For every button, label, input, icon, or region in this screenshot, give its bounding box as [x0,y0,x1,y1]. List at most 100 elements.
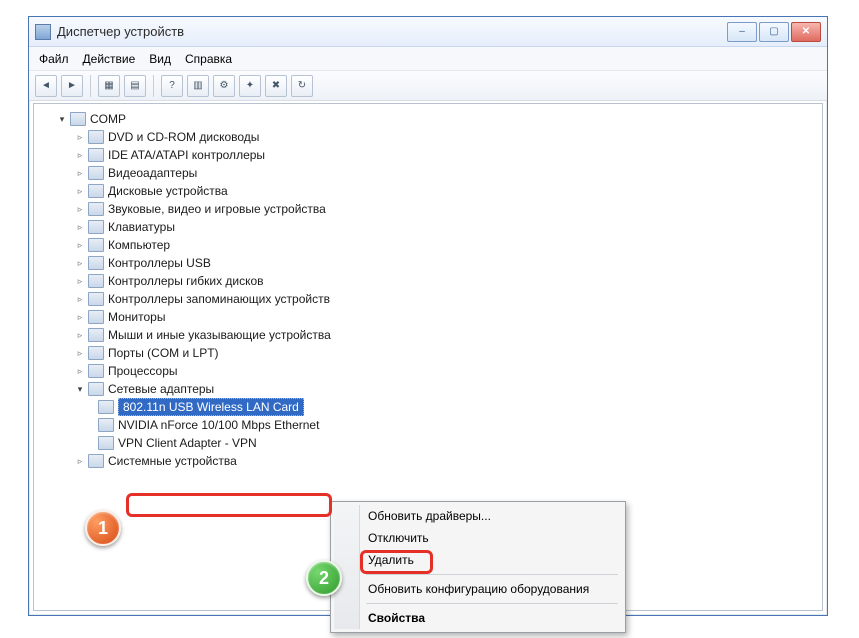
device-category-icon [88,238,104,252]
toolbar-devices-button[interactable]: ▤ [124,75,146,97]
tree-category-label: Клавиатуры [108,220,175,234]
collapse-arrow-icon[interactable]: ▹ [74,293,86,305]
tree-item-label: VPN Client Adapter - VPN [118,436,257,450]
tree-item-vpn-adapter[interactable]: VPN Client Adapter - VPN [38,434,818,452]
tree-category-label: IDE ATA/ATAPI контроллеры [108,148,265,162]
toolbar-separator [90,75,91,97]
device-category-icon [88,148,104,162]
toolbar-separator [153,75,154,97]
close-button[interactable]: ✕ [791,22,821,42]
tree-category-label: Звуковые, видео и игровые устройства [108,202,326,216]
annotation-badge-1: 1 [85,510,121,546]
tree-category[interactable]: ▹ Дисковые устройства [38,182,818,200]
tree-category-label: Компьютер [108,238,170,252]
collapse-arrow-icon[interactable]: ▹ [74,329,86,341]
menu-file[interactable]: Файл [39,52,69,66]
collapse-arrow-icon[interactable]: ▹ [74,239,86,251]
device-category-icon [88,292,104,306]
device-category-icon [88,184,104,198]
toolbar-properties-button[interactable]: ▦ [98,75,120,97]
annotation-badge-2: 2 [306,560,342,596]
tree-category-system-devices[interactable]: ▹ Системные устройства [38,452,818,470]
menu-bar: Файл Действие Вид Справка [29,47,827,71]
collapse-arrow-icon[interactable]: ▹ [74,221,86,233]
collapse-arrow-icon[interactable]: ▹ [74,185,86,197]
device-category-icon [88,274,104,288]
device-category-icon [88,256,104,270]
tree-item-wireless-card[interactable]: 802.11n USB Wireless LAN Card [38,398,818,416]
device-category-icon [88,220,104,234]
toolbar-scan-button[interactable]: ✦ [239,75,261,97]
context-menu-disable[interactable]: Отключить [334,527,622,549]
tree-category[interactable]: ▹ Звуковые, видео и игровые устройства [38,200,818,218]
expand-arrow-icon[interactable]: ▾ [56,113,68,125]
menu-view[interactable]: Вид [149,52,171,66]
collapse-arrow-icon[interactable]: ▹ [74,365,86,377]
tree-category-label: DVD и CD-ROM дисководы [108,130,259,144]
tree-root[interactable]: ▾ COMP [38,110,818,128]
toolbar-refresh-button[interactable]: ↻ [291,75,313,97]
tree-category-label: Процессоры [108,364,178,378]
tree-category[interactable]: ▹ Контроллеры гибких дисков [38,272,818,290]
tree-category[interactable]: ▹ Компьютер [38,236,818,254]
menu-help[interactable]: Справка [185,52,232,66]
collapse-arrow-icon[interactable]: ▹ [74,275,86,287]
tree-category[interactable]: ▹ Процессоры [38,362,818,380]
context-menu-properties[interactable]: Свойства [334,607,622,629]
tree-category[interactable]: ▹ Мыши и иные указывающие устройства [38,326,818,344]
collapse-arrow-icon[interactable]: ▹ [74,257,86,269]
collapse-arrow-icon[interactable]: ▹ [74,131,86,143]
tree-category-label: Системные устройства [108,454,237,468]
tree-item-nvidia-ethernet[interactable]: NVIDIA nForce 10/100 Mbps Ethernet [38,416,818,434]
minimize-button[interactable]: – [727,22,757,42]
tree-category[interactable]: ▹ Порты (COM и LPT) [38,344,818,362]
tree-category-label: Контроллеры USB [108,256,211,270]
tree-category[interactable]: ▹ IDE ATA/ATAPI контроллеры [38,146,818,164]
tree-category-label: Видеоадаптеры [108,166,197,180]
window-title: Диспетчер устройств [57,24,727,39]
tree-category-label: Мыши и иные указывающие устройства [108,328,331,342]
collapse-arrow-icon[interactable]: ▹ [74,203,86,215]
tree-category-label: Дисковые устройства [108,184,228,198]
collapse-arrow-icon[interactable]: ▹ [74,455,86,467]
collapse-arrow-icon[interactable]: ▹ [74,167,86,179]
tree-category-label: Контроллеры гибких дисков [108,274,264,288]
toolbar-view-button[interactable]: ▥ [187,75,209,97]
app-icon [35,24,51,40]
context-menu-update-drivers[interactable]: Обновить драйверы... [334,505,622,527]
tree-category[interactable]: ▹ Видеоадаптеры [38,164,818,182]
tree-category[interactable]: ▹ Контроллеры запоминающих устройств [38,290,818,308]
expand-arrow-icon[interactable]: ▾ [74,383,86,395]
network-card-icon [98,418,114,432]
tree-category[interactable]: ▹ Контроллеры USB [38,254,818,272]
toolbar-back-button[interactable]: ◄ [35,75,57,97]
toolbar-uninstall-button[interactable]: ✖ [265,75,287,97]
tree-category[interactable]: ▹ DVD и CD-ROM дисководы [38,128,818,146]
menu-action[interactable]: Действие [83,52,136,66]
collapse-arrow-icon[interactable]: ▹ [74,149,86,161]
toolbar-forward-button[interactable]: ► [61,75,83,97]
device-category-icon [88,310,104,324]
collapse-arrow-icon[interactable]: ▹ [74,311,86,323]
tree-category[interactable]: ▹Мониторы [38,308,818,326]
network-adapter-icon [88,382,104,396]
window-controls: – ▢ ✕ [727,22,821,42]
context-menu-separator [366,603,618,604]
context-menu-rescan-hardware[interactable]: Обновить конфигурацию оборудования [334,578,622,600]
toolbar-help-button[interactable]: ? [161,75,183,97]
device-category-icon [88,202,104,216]
network-card-icon [98,400,114,414]
title-bar: Диспетчер устройств – ▢ ✕ [29,17,827,47]
device-category-icon [88,346,104,360]
tree-category[interactable]: ▹ Клавиатуры [38,218,818,236]
maximize-button[interactable]: ▢ [759,22,789,42]
tree-category-network[interactable]: ▾ Сетевые адаптеры [38,380,818,398]
toolbar-update-button[interactable]: ⚙ [213,75,235,97]
collapse-arrow-icon[interactable]: ▹ [74,347,86,359]
tree-category-label: Сетевые адаптеры [108,382,214,396]
tree-category-label: Контроллеры запоминающих устройств [108,292,330,306]
context-menu-separator [366,574,618,575]
device-category-icon [88,130,104,144]
tree-category-label: Порты (COM и LPT) [108,346,219,360]
context-menu-delete[interactable]: Удалить [334,549,622,571]
